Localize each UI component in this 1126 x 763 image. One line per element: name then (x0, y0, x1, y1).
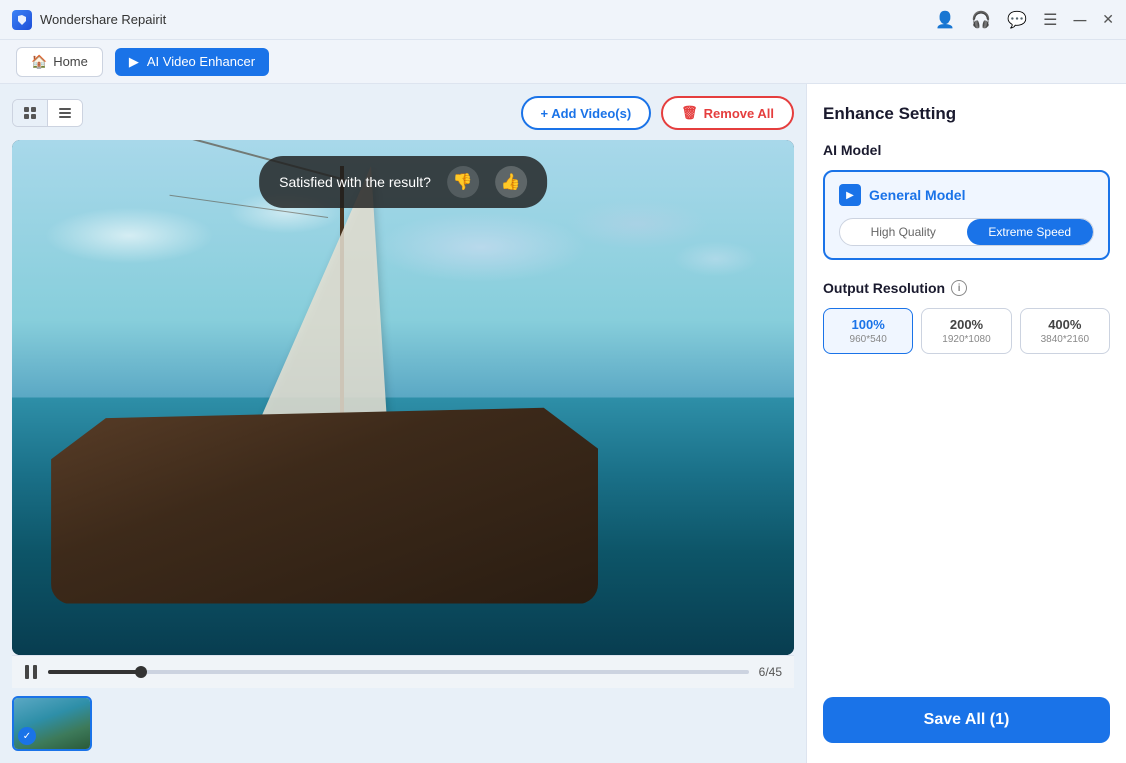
time-label: 6/45 (759, 665, 782, 679)
panel-title: Enhance Setting (823, 104, 1110, 124)
toolbar: + Add Video(s) 🗑 Remove All (12, 96, 794, 130)
main-layout: + Add Video(s) 🗑 Remove All Satisfied wi… (0, 84, 1126, 763)
ai-model-card: ▶ General Model High Quality Extreme Spe… (823, 170, 1110, 260)
left-panel: + Add Video(s) 🗑 Remove All Satisfied wi… (0, 84, 806, 763)
model-name: General Model (869, 187, 965, 203)
list-icon (58, 106, 72, 120)
high-quality-button[interactable]: High Quality (840, 219, 967, 245)
pause-icon (24, 664, 38, 680)
dislike-button[interactable]: 👎 (447, 166, 479, 198)
model-icon: ▶ (839, 184, 861, 206)
home-icon: 🏠 (31, 54, 47, 70)
navbar: 🏠 Home ▶ AI Video Enhancer (0, 40, 1126, 84)
progress-thumb (135, 666, 147, 678)
resolution-label: Output Resolution i (823, 280, 1110, 296)
resolution-options: 100% 960*540 200% 1920*1080 400% 3840*21… (823, 308, 1110, 354)
titlebar-right: 👤 🎧 💬 ☰ ─ ✕ (935, 10, 1114, 30)
enhancer-label: AI Video Enhancer (147, 54, 255, 69)
feedback-overlay: Satisfied with the result? 👎 👍 (259, 156, 547, 208)
add-video-button[interactable]: + Add Video(s) (521, 96, 652, 130)
like-button[interactable]: 👍 (495, 166, 527, 198)
thumbnails-row: ✓ (12, 696, 794, 751)
app-icon (12, 10, 32, 30)
res-100-percent: 100% (828, 317, 908, 332)
right-panel: Enhance Setting AI Model ▶ General Model… (806, 84, 1126, 763)
thumbnail-item[interactable]: ✓ (12, 696, 92, 751)
extreme-speed-button[interactable]: Extreme Speed (967, 219, 1094, 245)
res-400-dims: 3840*2160 (1025, 334, 1105, 345)
video-area: Satisfied with the result? 👎 👍 (12, 140, 794, 655)
grid-icon (23, 106, 37, 120)
titlebar-left: Wondershare Repairit (12, 10, 166, 30)
ai-model-section: AI Model ▶ General Model High Quality Ex… (823, 142, 1110, 280)
nav-ai-enhancer-button[interactable]: ▶ AI Video Enhancer (115, 48, 269, 76)
nav-home-button[interactable]: 🏠 Home (16, 47, 103, 77)
info-icon[interactable]: i (951, 280, 967, 296)
titlebar: Wondershare Repairit 👤 🎧 💬 ☰ ─ ✕ (0, 0, 1126, 40)
progress-fill (48, 670, 141, 674)
app-title: Wondershare Repairit (40, 12, 166, 27)
toolbar-actions: + Add Video(s) 🗑 Remove All (521, 96, 795, 130)
remove-all-button[interactable]: 🗑 Remove All (661, 96, 794, 130)
enhancer-icon: ▶ (129, 54, 139, 70)
headset-icon[interactable]: 🎧 (971, 10, 991, 30)
pause-button[interactable] (24, 664, 38, 680)
chat-icon[interactable]: 💬 (1007, 10, 1027, 30)
view-toggle (12, 99, 83, 127)
res-400-percent: 400% (1025, 317, 1105, 332)
list-view-button[interactable] (48, 100, 82, 126)
video-controls: 6/45 (12, 655, 794, 688)
thumbnail-check: ✓ (18, 727, 36, 745)
progress-bar[interactable] (48, 670, 749, 674)
minimize-button[interactable]: ─ (1074, 11, 1087, 29)
menu-icon[interactable]: ☰ (1043, 10, 1057, 30)
res-200-percent: 200% (926, 317, 1006, 332)
ai-model-label: AI Model (823, 142, 1110, 158)
home-label: Home (53, 54, 88, 69)
grid-view-button[interactable] (13, 100, 48, 126)
model-header: ▶ General Model (839, 184, 1094, 206)
trash-icon: 🗑 (681, 105, 698, 121)
account-icon[interactable]: 👤 (935, 10, 955, 30)
close-button[interactable]: ✕ (1102, 11, 1114, 28)
save-all-button[interactable]: Save All (1) (823, 697, 1110, 743)
resolution-200-button[interactable]: 200% 1920*1080 (921, 308, 1011, 354)
res-200-dims: 1920*1080 (926, 334, 1006, 345)
video-frame (12, 140, 794, 655)
quality-toggle: High Quality Extreme Speed (839, 218, 1094, 246)
resolution-section: Output Resolution i 100% 960*540 200% 19… (823, 280, 1110, 354)
feedback-text: Satisfied with the result? (279, 174, 431, 190)
res-100-dims: 960*540 (828, 334, 908, 345)
resolution-400-button[interactable]: 400% 3840*2160 (1020, 308, 1110, 354)
resolution-100-button[interactable]: 100% 960*540 (823, 308, 913, 354)
boat-body (51, 398, 598, 604)
